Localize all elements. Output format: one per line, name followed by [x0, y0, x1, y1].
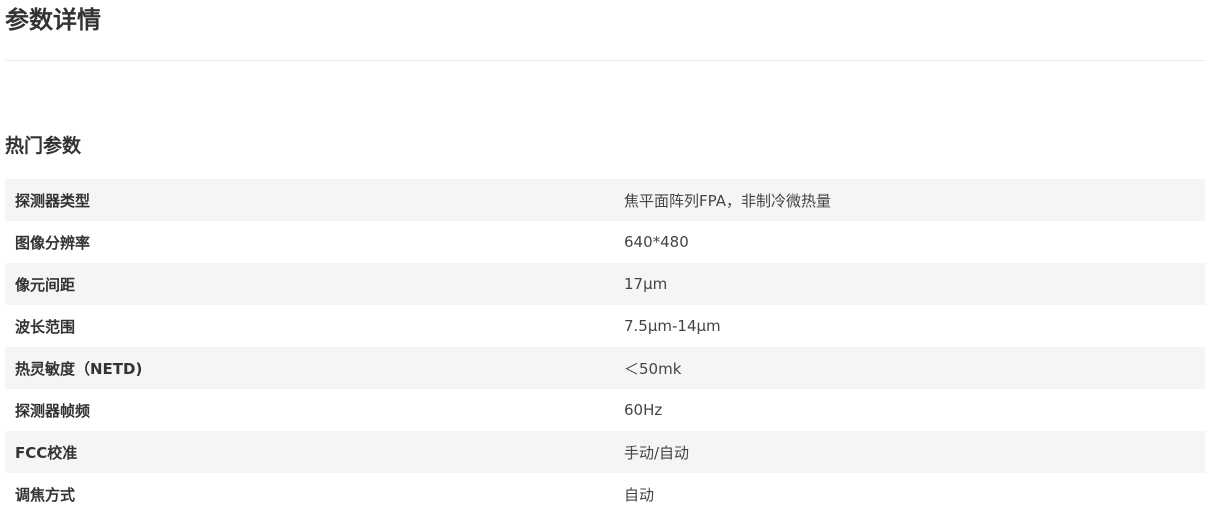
- spec-value: 自动: [614, 473, 1205, 515]
- table-row: 图像分辨率 640*480: [5, 221, 1205, 263]
- table-row: 探测器帧频 60Hz: [5, 389, 1205, 431]
- table-row: 探测器类型 焦平面阵列FPA，非制冷微热量: [5, 179, 1205, 221]
- spec-value: 焦平面阵列FPA，非制冷微热量: [614, 179, 1205, 221]
- spec-name: 图像分辨率: [5, 221, 614, 263]
- spec-name: 波长范围: [5, 305, 614, 347]
- table-row: 调焦方式 自动: [5, 473, 1205, 515]
- spec-name: 热灵敏度（NETD): [5, 347, 614, 389]
- spec-value: 手动/自动: [614, 431, 1205, 473]
- spec-name: 探测器类型: [5, 179, 614, 221]
- spec-name: FCC校准: [5, 431, 614, 473]
- table-row: 热灵敏度（NETD) ＜50mk: [5, 347, 1205, 389]
- spec-table: 探测器类型 焦平面阵列FPA，非制冷微热量 图像分辨率 640*480 像元间距…: [5, 179, 1205, 515]
- page-title: 参数详情: [5, 6, 101, 34]
- table-row: 像元间距 17μm: [5, 263, 1205, 305]
- spec-value: ＜50mk: [614, 347, 1205, 389]
- table-row: 波长范围 7.5μm-14μm: [5, 305, 1205, 347]
- spec-name: 像元间距: [5, 263, 614, 305]
- spec-value: 640*480: [614, 221, 1205, 263]
- table-row: FCC校准 手动/自动: [5, 431, 1205, 473]
- title-divider: [5, 60, 1205, 61]
- spec-name: 探测器帧频: [5, 389, 614, 431]
- section-title: 热门参数: [5, 135, 82, 157]
- spec-value: 7.5μm-14μm: [614, 305, 1205, 347]
- spec-value: 60Hz: [614, 389, 1205, 431]
- spec-name: 调焦方式: [5, 473, 614, 515]
- spec-value: 17μm: [614, 263, 1205, 305]
